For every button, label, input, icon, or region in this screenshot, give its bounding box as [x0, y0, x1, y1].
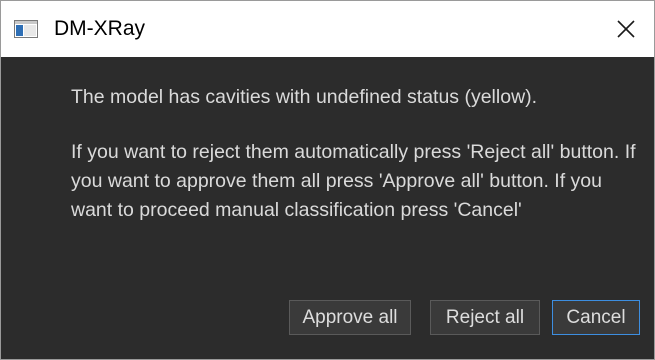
reject-all-button[interactable]: Reject all	[430, 300, 540, 335]
cancel-button[interactable]: Cancel	[552, 300, 640, 335]
window-app-icon	[14, 20, 38, 38]
message-text-primary: The model has cavities with undefined st…	[71, 86, 538, 108]
close-button[interactable]	[598, 1, 654, 57]
message-text-instructions: If you want to reject them automatically…	[71, 141, 636, 221]
close-icon	[616, 19, 636, 39]
window-title: DM-XRay	[54, 17, 146, 40]
title-bar[interactable]: DM-XRay	[1, 1, 654, 57]
approve-all-button[interactable]: Approve all	[289, 300, 411, 335]
dialog-window: DM-XRay The model has cavities with unde…	[0, 0, 655, 360]
dialog-content: The model has cavities with undefined st…	[1, 57, 654, 359]
